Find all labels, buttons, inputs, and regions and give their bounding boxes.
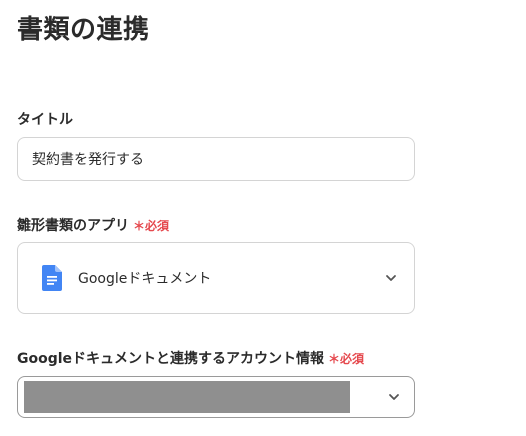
title-input[interactable]: 契約書を発行する — [17, 137, 415, 181]
required-badge: ＊必須 — [133, 219, 170, 233]
redacted-account-value — [24, 381, 350, 413]
google-docs-icon — [42, 265, 62, 291]
template-app-selected: Googleドキュメント — [78, 271, 212, 287]
template-app-label-text: 雛形書類のアプリ — [17, 218, 129, 234]
document-integration-form: 書類の連携 タイトル 契約書を発行する 雛形書類のアプリ ＊必須 Googleドキ… — [0, 0, 526, 436]
chevron-down-icon — [386, 275, 396, 281]
page-title: 書類の連携 — [17, 15, 150, 45]
title-field-label: タイトル — [17, 109, 73, 129]
account-label: Googleドキュメントと連携するアカウント情報 ＊必須 — [17, 348, 364, 368]
account-label-text: Googleドキュメントと連携するアカウント情報 — [17, 351, 325, 367]
title-input-value: 契約書を発行する — [32, 152, 144, 168]
template-app-label: 雛形書類のアプリ ＊必須 — [17, 215, 169, 235]
title-field-label-text: タイトル — [17, 112, 73, 128]
template-app-select[interactable]: Googleドキュメント — [17, 242, 415, 314]
account-select[interactable] — [17, 376, 415, 418]
chevron-down-icon — [389, 394, 399, 400]
required-badge: ＊必須 — [328, 352, 365, 366]
